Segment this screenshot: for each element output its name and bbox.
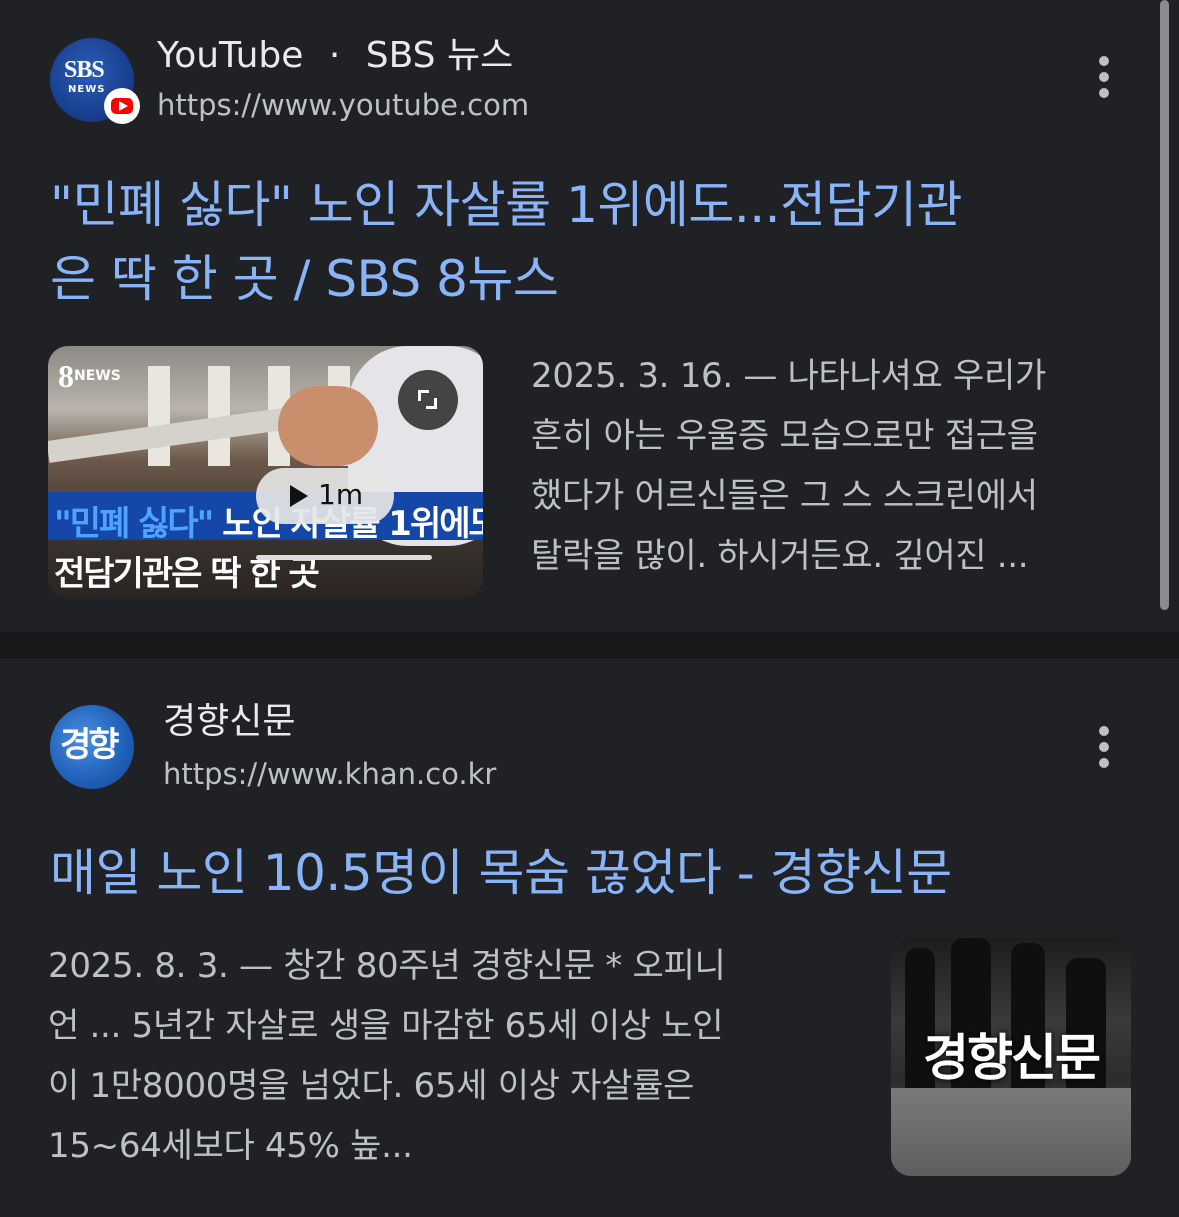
site-url[interactable]: https://www.khan.co.kr — [163, 756, 496, 792]
youtube-badge-icon — [104, 88, 140, 124]
result-title-link[interactable]: "민폐 싫다" 노인 자살률 1위에도...전담기관 은 딱 한 곳 / SBS… — [50, 168, 963, 316]
source-name: YouTube — [157, 35, 304, 76]
article-thumbnail[interactable]: 경향신문 — [891, 938, 1131, 1176]
sbs-8news-logo: 8NEWS — [58, 358, 121, 394]
result-divider — [0, 632, 1179, 658]
search-result-youtube: SBS NEWS YouTube · SBS 뉴스 https://www.yo… — [0, 0, 1179, 632]
channel-name: SBS 뉴스 — [365, 35, 514, 76]
play-icon — [290, 485, 308, 507]
result-snippet: 2025. 3. 16. — 나타나셔요 우리가 흔히 아는 우울증 모습으로만… — [531, 356, 1046, 576]
site-name[interactable]: YouTube · SBS 뉴스 — [157, 34, 513, 78]
video-duration: 1m — [318, 478, 364, 511]
more-vert-icon[interactable] — [1093, 56, 1117, 100]
result-snippet: 2025. 8. 3. — 창간 80주년 경향신문 * 오피니 언 ... 5… — [48, 946, 726, 1166]
video-thumbnail[interactable]: 8NEWS "민폐 싫다" 노인 자살률 1위에도 전담기관은 딱 한 곳 1m — [48, 346, 483, 598]
thumbnail-caption-line2: 전담기관은 딱 한 곳 — [54, 554, 320, 594]
more-vert-icon[interactable] — [1093, 726, 1117, 770]
site-url[interactable]: https://www.youtube.com — [157, 87, 529, 123]
result-title-link[interactable]: 매일 노인 10.5명이 목숨 끊었다 - 경향신문 — [50, 836, 952, 910]
khan-logo-icon[interactable]: 경향 — [50, 705, 134, 789]
play-duration-button[interactable]: 1m — [256, 468, 394, 524]
scrollbar[interactable] — [1160, 0, 1169, 610]
expand-icon[interactable] — [398, 370, 458, 430]
video-progress-bar — [256, 555, 432, 560]
site-name[interactable]: 경향신문 — [163, 700, 295, 744]
khan-watermark: 경향신문 — [923, 1028, 1101, 1087]
source-separator: · — [328, 35, 341, 76]
